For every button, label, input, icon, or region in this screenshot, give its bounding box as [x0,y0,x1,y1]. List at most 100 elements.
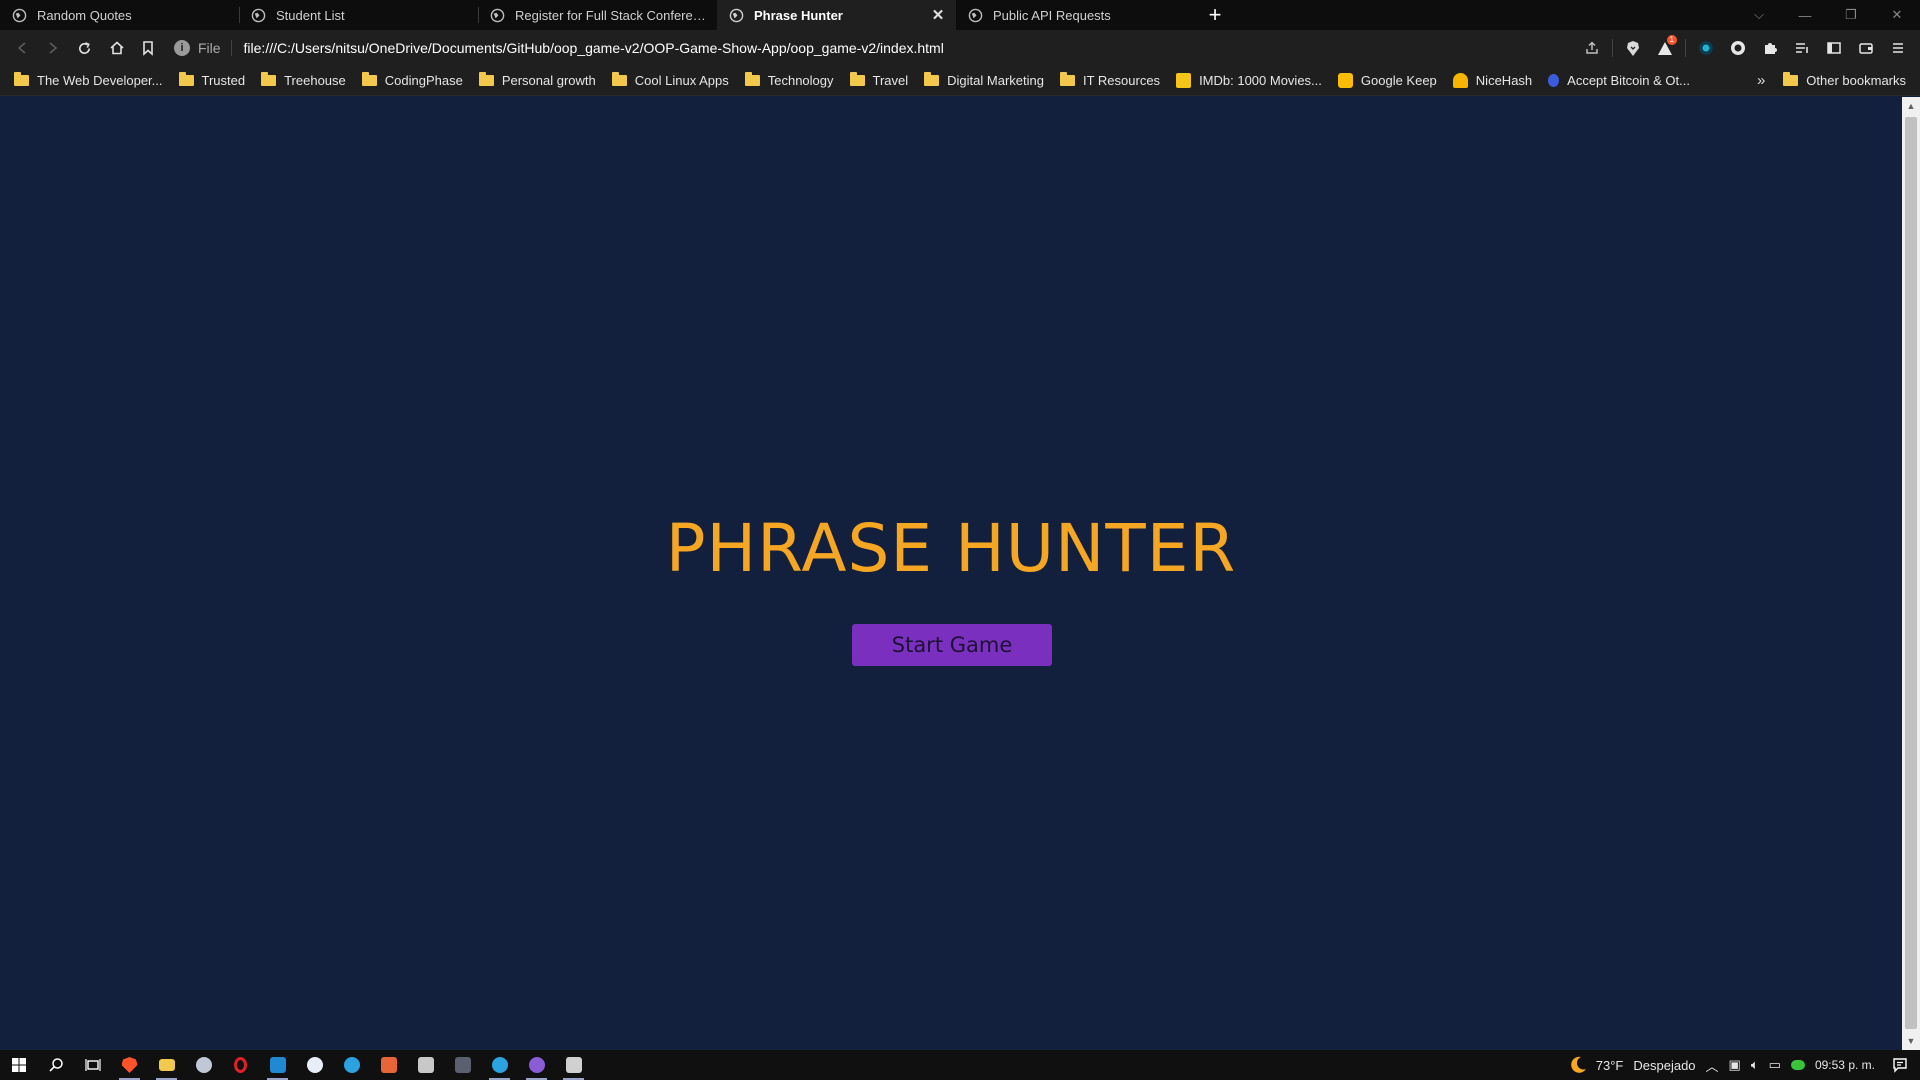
bookmark-item[interactable]: Trusted [171,68,254,94]
taskbar-opera[interactable] [222,1050,259,1080]
tab-public-api-requests[interactable]: Public API Requests [956,0,1195,30]
taskbar-brave[interactable] [111,1050,148,1080]
menu-button[interactable] [1882,34,1914,62]
bookmark-item[interactable]: Accept Bitcoin & Ot... [1540,68,1698,94]
bookmark-label: IMDb: 1000 Movies... [1199,73,1322,88]
bitcoin-icon [1548,74,1560,87]
bookmark-label: Other bookmarks [1806,73,1906,88]
tab-phrase-hunter[interactable]: Phrase Hunter ✕ [717,0,956,30]
new-tab-button[interactable]: + [1195,0,1235,30]
back-button[interactable] [6,34,38,62]
brave-rewards-button[interactable]: 1 [1649,34,1681,62]
bookmarks-overflow-button[interactable]: » [1747,72,1775,89]
vertical-scrollbar[interactable]: ▲ ▼ [1902,97,1920,1050]
separator [1612,39,1613,57]
bookmark-label: Travel [872,73,909,88]
taskbar-app[interactable] [185,1050,222,1080]
clock[interactable]: 09:53 p. m. [1810,1058,1880,1072]
notifications-button[interactable] [1880,1057,1920,1073]
tray-meet-icon[interactable]: ▣ [1724,1057,1746,1073]
extension-profile-button[interactable] [1722,34,1754,62]
reload-button[interactable] [69,34,101,62]
app-icon [380,1057,397,1073]
bookmark-button[interactable] [132,34,164,62]
bookmark-item[interactable]: Digital Marketing [916,68,1052,94]
taskbar-app[interactable] [370,1050,407,1080]
scrollbar-thumb[interactable] [1905,117,1917,1029]
bookmark-item[interactable]: The Web Developer... [6,68,171,94]
folder-icon [924,72,940,86]
scroll-down-icon[interactable]: ▼ [1902,1034,1920,1048]
network-button[interactable]: ▭ [1764,1057,1786,1073]
globe-icon [490,8,505,22]
tab-register-conference[interactable]: Register for Full Stack Conference [478,0,717,30]
bookmark-label: Technology [767,73,834,88]
tab-title: Register for Full Stack Conference [515,7,707,23]
taskbar-app[interactable] [481,1050,518,1080]
taskbar-calculator[interactable] [444,1050,481,1080]
forward-button[interactable] [38,34,70,62]
extensions-button[interactable] [1754,34,1786,62]
start-game-button[interactable]: Start Game [852,624,1052,666]
search-button[interactable] [37,1050,74,1080]
taskbar-app[interactable] [407,1050,444,1080]
bookmark-item[interactable]: Personal growth [471,68,604,94]
taskbar-app[interactable] [296,1050,333,1080]
folder-icon [849,72,865,86]
wallet-button[interactable] [1850,34,1882,62]
rewards-badge: 1 [1666,35,1677,45]
playlist-icon [1796,43,1808,53]
onedrive-button[interactable] [1786,1060,1810,1070]
taskbar-telegram[interactable] [333,1050,370,1080]
reload-icon [79,41,91,54]
share-button[interactable] [1576,34,1608,62]
sidebar-button[interactable] [1818,34,1850,62]
minimize-icon[interactable]: — [1782,8,1828,23]
bookmark-item[interactable]: Treehouse [253,68,354,94]
vpn-extension-icon [1699,41,1713,55]
bookmark-item[interactable]: IT Resources [1052,68,1168,94]
app-icon [417,1057,434,1073]
show-hidden-icons-button[interactable]: ︿ [1701,1056,1724,1075]
tab-student-list[interactable]: Student List [239,0,478,30]
bookmark-item[interactable]: CodingPhase [354,68,471,94]
extension-vpn-button[interactable] [1690,34,1722,62]
windows-taskbar: 73°F Despejado ︿ ▣ 🔈︎ ▭ 09:53 p. m. [0,1050,1920,1080]
brave-shields-button[interactable] [1617,34,1649,62]
folder-icon [14,72,29,86]
scroll-up-icon[interactable]: ▲ [1902,99,1920,113]
toolbar-actions: 1 [1576,34,1914,62]
site-info-icon[interactable]: i [173,40,190,56]
taskbar-vscode[interactable] [259,1050,296,1080]
browser-toolbar: i File file:///C:/Users/nitsu/OneDrive/D… [0,30,1920,66]
restore-icon[interactable]: ❐ [1828,7,1874,23]
taskbar-app[interactable] [555,1050,592,1080]
bookmark-item[interactable]: Travel [842,68,917,94]
back-arrow-icon [17,42,26,54]
globe-icon [968,8,983,22]
imdb-icon [1176,73,1192,88]
bookmark-item[interactable]: NiceHash [1445,68,1540,94]
bookmark-item[interactable]: Cool Linux Apps [604,68,737,94]
bookmark-item[interactable]: Google Keep [1330,68,1445,94]
media-controls-button[interactable] [1786,34,1818,62]
other-bookmarks[interactable]: Other bookmarks [1775,68,1914,94]
task-view-button[interactable] [74,1050,111,1080]
tab-search-icon[interactable]: ⌵ [1736,7,1782,23]
volume-button[interactable]: 🔈︎ [1746,1057,1764,1073]
tab-random-quotes[interactable]: Random Quotes [0,0,239,30]
weather-widget[interactable]: 73°F Despejado [1563,1055,1701,1075]
close-window-icon[interactable]: ✕ [1874,7,1920,23]
tab-title: Student List [276,7,345,23]
close-tab-icon[interactable]: ✕ [930,7,946,24]
address-bar[interactable]: i File file:///C:/Users/nitsu/OneDrive/D… [173,34,1576,62]
url-text[interactable]: file:///C:/Users/nitsu/OneDrive/Document… [244,40,944,56]
task-view-icon [84,1059,101,1071]
home-button[interactable] [101,34,133,62]
taskbar-file-explorer[interactable] [148,1050,185,1080]
bookmark-item[interactable]: IMDb: 1000 Movies... [1168,68,1330,94]
taskbar-github-desktop[interactable] [518,1050,555,1080]
start-button[interactable] [0,1050,37,1080]
opera-icon [234,1057,247,1073]
bookmark-item[interactable]: Technology [737,68,842,94]
